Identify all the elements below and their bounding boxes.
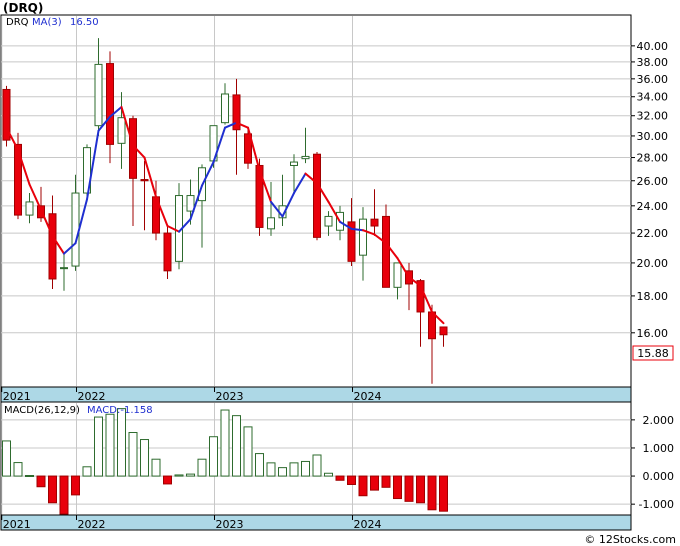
candle-up — [186, 195, 195, 212]
legend-ma-value: 16.50 — [70, 17, 99, 28]
candle-down — [48, 213, 57, 280]
candle-up — [267, 217, 275, 230]
chart-stage: 16.00 18.00 20.00 22.00 24.00 26.00 28.00 30.00… — [0, 0, 680, 546]
macd-label: MACD(26,12,9) — [4, 405, 80, 416]
candle-down — [439, 326, 448, 336]
price-tick-label: 34.00 — [637, 91, 669, 104]
candle-down — [313, 153, 321, 238]
last-price-tag: 15.88 — [637, 347, 669, 360]
price-y-axis: 16.00 18.00 20.00 22.00 24.00 26.00 28.00 30.00… — [631, 40, 668, 340]
macd-bar-negative — [439, 475, 448, 512]
macd-bar-negative — [427, 475, 437, 511]
macd-bar-positive — [312, 454, 322, 477]
price-x-tick-label: 2021 — [3, 390, 31, 403]
macd-bar-negative — [358, 475, 368, 497]
candle-up — [60, 267, 68, 270]
legend-ticker: DRQ — [6, 17, 29, 28]
macd-x-tick-label: 2021 — [3, 518, 31, 531]
price-tick-label: 38.00 — [637, 56, 669, 69]
macd-tick-label: -1.000 — [639, 498, 674, 511]
price-x-tick-label: 2023 — [216, 390, 244, 403]
price-x-tick-label: 2022 — [78, 390, 106, 403]
macd-bar-negative — [71, 475, 80, 496]
macd-bar-positive — [209, 436, 218, 477]
macd-bar-positive — [255, 453, 264, 477]
macd-bar-negative — [36, 475, 46, 488]
macd-bar-positive — [289, 462, 299, 477]
candle-up — [94, 63, 103, 127]
copyright: © 12Stocks.com — [584, 533, 676, 546]
macd-bar-positive — [197, 458, 207, 477]
macd-bar-positive — [128, 432, 138, 477]
macd-bar-negative — [370, 475, 379, 491]
macd-bar-positive — [117, 408, 126, 477]
macd-tick-label: 2.000 — [643, 414, 675, 427]
price-tick-label: 40.00 — [637, 40, 669, 53]
macd-bar-positive — [140, 439, 149, 477]
macd-x-tick-label: 2022 — [78, 518, 106, 531]
candle-up — [71, 192, 80, 267]
macd-x-tick-label: 2024 — [354, 518, 382, 531]
macd-bar-positive — [82, 466, 92, 477]
candle-down — [140, 179, 149, 182]
macd-bar-positive — [25, 475, 34, 478]
candle-down — [428, 311, 436, 340]
candle-up — [359, 218, 367, 256]
macd-bar-positive — [232, 415, 241, 477]
ma-segment — [350, 227, 364, 232]
macd-bar-negative — [48, 475, 57, 504]
price-tick-label: 28.00 — [637, 152, 669, 165]
macd-bar-negative — [335, 475, 345, 481]
macd-value-label: MACD:-1.158 — [87, 405, 153, 416]
candle-down — [382, 215, 390, 288]
macd-bar-positive — [151, 458, 161, 477]
candle-down — [370, 218, 379, 227]
candle-down — [163, 232, 172, 272]
macd-bar-positive — [243, 426, 253, 477]
macd-bar-positive — [94, 416, 103, 477]
candle-up — [25, 201, 34, 216]
macd-bar-negative — [416, 475, 425, 504]
price-tick-label: 30.00 — [637, 130, 669, 143]
macd-bar-positive — [186, 473, 195, 477]
price-tick-label: 20.00 — [637, 257, 669, 270]
macd-bar-negative — [347, 475, 356, 485]
price-tick-label: 18.00 — [637, 290, 669, 303]
price-tick-label: 22.00 — [637, 227, 669, 240]
macd-bar-positive — [324, 472, 333, 477]
macd-bar-positive — [278, 467, 287, 477]
candle-up — [290, 161, 298, 166]
macd-bar-positive — [2, 440, 11, 477]
macd-bar-positive — [13, 462, 23, 477]
macd-bar-positive — [220, 409, 230, 477]
price-tick-label: 36.00 — [637, 73, 669, 86]
macd-bar-positive — [105, 413, 115, 477]
stock-chart: 16.00 18.00 20.00 22.00 24.00 26.00 28.00 30.00… — [0, 1, 676, 546]
macd-bar-negative — [59, 475, 69, 515]
price-tick-label: 24.00 — [637, 200, 669, 213]
candle-up — [393, 262, 402, 288]
price-tick-label: 16.00 — [637, 327, 669, 340]
symbol-label: (DRQ) — [3, 1, 43, 15]
candle-up — [324, 215, 333, 227]
macd-tick-label: 1.000 — [643, 442, 675, 455]
macd-bar-negative — [163, 475, 172, 485]
macd-bar-negative — [381, 475, 391, 488]
macd-y-axis: -1.000 0.000 1.000 2.000 — [631, 414, 674, 511]
candle-up — [117, 117, 126, 144]
macd-bar-positive — [174, 474, 184, 477]
macd-x-tick-label: 2023 — [216, 518, 244, 531]
macd-bar-negative — [393, 475, 402, 500]
candle-up — [221, 93, 229, 124]
price-tick-label: 32.00 — [637, 110, 669, 123]
macd-bar-positive — [266, 462, 276, 477]
macd-bar-positive — [301, 460, 310, 477]
legend-ma: MA(3) — [32, 17, 62, 28]
macd-tick-label: 0.000 — [643, 470, 675, 483]
candle-up — [301, 155, 310, 160]
price-x-tick-label: 2024 — [354, 390, 382, 403]
price-tick-label: 26.00 — [637, 175, 669, 188]
macd-bar-negative — [404, 475, 414, 502]
candle-down — [106, 63, 114, 145]
